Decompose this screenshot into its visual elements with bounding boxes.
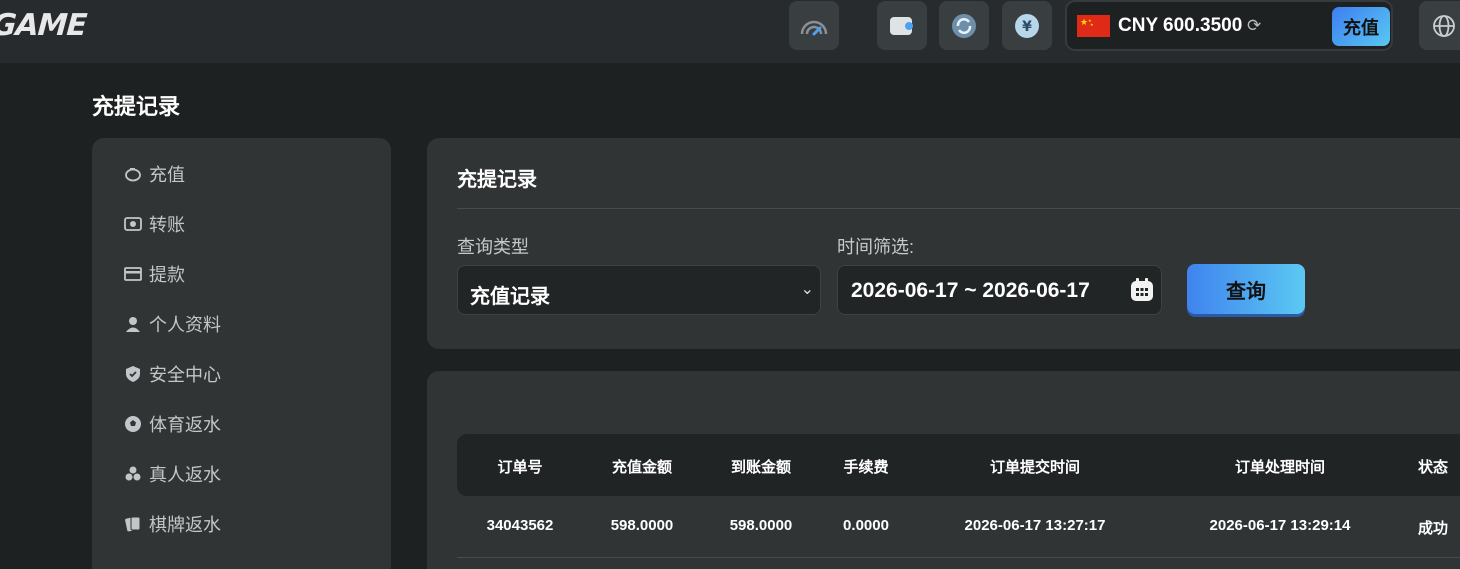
filter-panel: 充提记录 查询类型 充值记录 ⌄ 时间筛选: 2026-06-17 ~ 2026…: [427, 138, 1460, 349]
wallet-icon: [890, 16, 913, 35]
cell-deposit-amount: 598.0000: [610, 517, 674, 534]
user-icon: [123, 316, 143, 332]
query-button[interactable]: 查询: [1187, 264, 1305, 314]
cell-status: 成功: [1417, 520, 1449, 537]
sidebar-item-label: 充值: [149, 165, 185, 185]
divider: [457, 208, 1460, 209]
query-type-value: 充值记录: [470, 286, 550, 308]
balance-amount: CNY 600.3500: [1118, 15, 1243, 36]
sidebar-item-withdraw[interactable]: 提款: [123, 262, 185, 286]
sidebar: 充值 转账 提款 个人资料 安全中心 体育返水 真人返水 棋牌返水: [92, 138, 391, 569]
cell-process-time: 2026-06-17 13:29:14: [1209, 517, 1351, 534]
speedometer-icon: [800, 20, 828, 35]
currency-button[interactable]: ¥: [1002, 1, 1052, 50]
sidebar-item-label: 转账: [149, 215, 185, 235]
sidebar-item-label: 真人返水: [149, 465, 221, 485]
date-range-value: 2026-06-17 ~ 2026-06-17: [851, 279, 1090, 302]
page-title: 充提记录: [92, 94, 181, 119]
speed-test-button[interactable]: [789, 1, 839, 50]
sidebar-item-label: 个人资料: [149, 315, 221, 335]
withdraw-icon: [123, 267, 143, 281]
sidebar-item-label: 安全中心: [149, 365, 221, 385]
panel-title: 充提记录: [457, 169, 537, 191]
column-header-process-time: 订单处理时间: [1234, 459, 1326, 476]
cards-icon: [123, 515, 143, 533]
sidebar-item-label: 体育返水: [149, 415, 221, 435]
date-range-input[interactable]: 2026-06-17 ~ 2026-06-17: [837, 265, 1162, 315]
svg-text:★: ★: [1090, 22, 1094, 27]
sidebar-item-deposit[interactable]: 充值: [123, 162, 185, 186]
transfer-icon: [123, 217, 143, 231]
sidebar-item-transfer[interactable]: 转账: [123, 212, 185, 236]
sidebar-item-security[interactable]: 安全中心: [123, 362, 221, 386]
piggy-bank-icon: [123, 166, 143, 182]
soccer-ball-icon: [123, 415, 143, 433]
query-type-label: 查询类型: [457, 237, 529, 257]
balance-box: ★ ★ ★ CNY 600.3500 ⟳ 充值: [1065, 0, 1393, 51]
language-button[interactable]: [1419, 1, 1460, 50]
calendar-icon[interactable]: [1130, 278, 1154, 307]
chips-icon: [123, 465, 143, 483]
shield-icon: [123, 365, 143, 383]
column-header-fee: 手续费: [843, 459, 889, 476]
column-header-status: 状态: [1417, 459, 1449, 476]
transfer-refresh-button[interactable]: [939, 1, 989, 50]
yuan-icon: ¥: [1015, 13, 1039, 38]
svg-text:¥: ¥: [1022, 19, 1032, 35]
site-logo[interactable]: GAME: [0, 8, 87, 43]
sidebar-item-label: 棋牌返水: [149, 515, 221, 535]
reload-icon[interactable]: ⟳: [1247, 16, 1261, 36]
cell-submit-time: 2026-06-17 13:27:17: [964, 517, 1106, 534]
row-divider: [457, 557, 1460, 558]
wallet-button[interactable]: [877, 1, 927, 50]
sidebar-item-sports-rebate[interactable]: 体育返水: [123, 412, 221, 436]
cell-credited-amount: 598.0000: [729, 517, 793, 534]
globe-icon: [1433, 14, 1455, 37]
refresh-icon: [952, 13, 976, 38]
chevron-down-icon: ⌄: [800, 281, 814, 298]
column-header-credited-amount: 到账金额: [730, 459, 792, 476]
deposit-button[interactable]: 充值: [1332, 7, 1390, 46]
sidebar-item-live-rebate[interactable]: 真人返水: [123, 462, 221, 486]
column-header-deposit-amount: 充值金额: [611, 459, 673, 476]
top-header: GAME ¥ ★ ★ ★ CNY 600.3500 ⟳ 充值: [0, 0, 1460, 63]
china-flag-icon: ★ ★ ★: [1077, 15, 1110, 37]
svg-text:★: ★: [1080, 18, 1088, 28]
records-panel: 订单号 充值金额 到账金额 手续费 订单提交时间 订单处理时间 状态 34043…: [427, 371, 1460, 569]
column-header-order-id: 订单号: [497, 459, 543, 476]
query-type-select[interactable]: 充值记录 ⌄: [457, 265, 821, 315]
sidebar-item-cards-rebate[interactable]: 棋牌返水: [123, 512, 221, 536]
sidebar-item-label: 提款: [149, 265, 185, 285]
cell-order-id: 34043562: [486, 517, 554, 534]
table-header: 订单号 充值金额 到账金额 手续费 订单提交时间 订单处理时间 状态: [457, 434, 1460, 496]
cell-fee: 0.0000: [843, 517, 889, 534]
column-header-submit-time: 订单提交时间: [989, 459, 1081, 476]
date-filter-label: 时间筛选:: [837, 237, 915, 257]
sidebar-item-profile[interactable]: 个人资料: [123, 312, 221, 336]
